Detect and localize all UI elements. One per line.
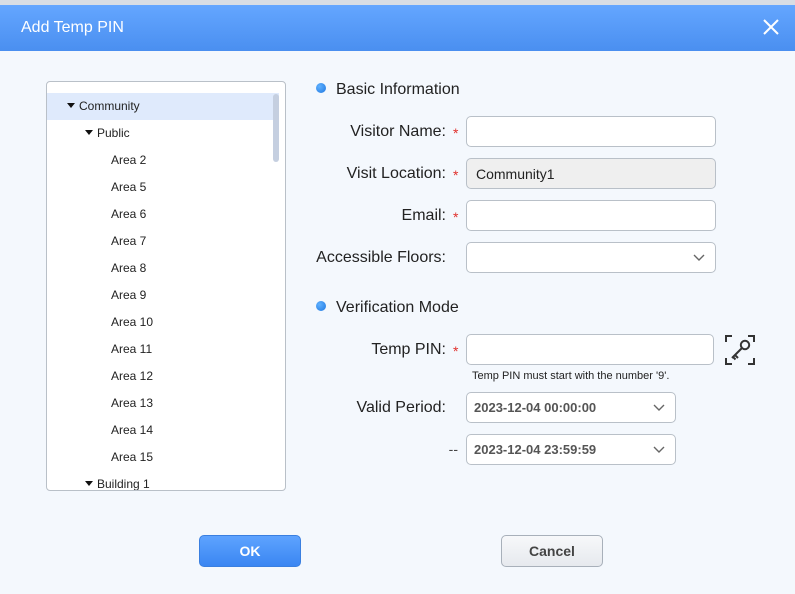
valid-period-end-value: 2023-12-04 23:59:59 <box>474 442 597 457</box>
tree-item[interactable]: Area 12 <box>47 363 279 390</box>
tree-item[interactable]: Public <box>47 120 279 147</box>
tree-item-label: Public <box>97 126 130 140</box>
dialog-titlebar: Add Temp PIN <box>0 5 795 51</box>
chevron-down-icon <box>693 254 705 261</box>
tree-item[interactable]: Area 11 <box>47 336 279 363</box>
dialog-title: Add Temp PIN <box>21 19 124 36</box>
email-label: Email: <box>401 207 446 224</box>
tree-item[interactable]: Community <box>47 93 279 120</box>
tree-item-label: Area 5 <box>111 180 147 194</box>
visitor-name-input[interactable] <box>466 116 716 147</box>
tree-item[interactable]: Building 1 <box>47 471 279 491</box>
valid-period-start-select[interactable]: 2023-12-04 00:00:00 <box>466 392 676 423</box>
required-mark: * <box>453 167 459 183</box>
tree-item-label: Area 13 <box>111 396 154 410</box>
bullet-icon <box>316 83 326 93</box>
visit-location-label: Visit Location: <box>346 165 446 182</box>
accessible-floors-select[interactable] <box>466 242 716 273</box>
basic-info-heading: Basic Information <box>316 81 460 99</box>
tree-item-label: Community <box>79 99 140 113</box>
temp-pin-input[interactable] <box>466 334 714 365</box>
tree-item-label: Area 10 <box>111 315 154 329</box>
period-separator: -- <box>448 441 458 457</box>
tree-item[interactable]: Area 2 <box>47 147 279 174</box>
visit-location-input[interactable] <box>466 158 716 189</box>
tree-item[interactable]: Area 7 <box>47 228 279 255</box>
tree-item-label: Area 15 <box>111 450 154 464</box>
tree-item[interactable]: Area 10 <box>47 309 279 336</box>
tree-item[interactable]: Area 6 <box>47 201 279 228</box>
temp-pin-label: Temp PIN: <box>371 341 446 358</box>
tree-item-label: Area 2 <box>111 153 147 167</box>
valid-period-end-select[interactable]: 2023-12-04 23:59:59 <box>466 434 676 465</box>
tree-item-label: Building 1 <box>97 477 150 491</box>
valid-period-label: Valid Period: <box>356 399 446 416</box>
tree-item-label: Area 14 <box>111 423 154 437</box>
cancel-button[interactable]: Cancel <box>501 535 603 567</box>
tree-item[interactable]: Area 15 <box>47 444 279 471</box>
tree-item[interactable]: Area 13 <box>47 390 279 417</box>
valid-period-start-value: 2023-12-04 00:00:00 <box>474 400 597 415</box>
caret-down-icon[interactable] <box>85 130 93 136</box>
required-mark: * <box>453 343 459 359</box>
tree-item-label: Area 7 <box>111 234 147 248</box>
tree-item-label: Area 9 <box>111 288 147 302</box>
tree-item-label: Area 6 <box>111 207 147 221</box>
required-mark: * <box>453 209 459 225</box>
email-input[interactable] <box>466 200 716 231</box>
tree-item[interactable]: Area 8 <box>47 255 279 282</box>
chevron-down-icon <box>653 446 665 453</box>
ok-button[interactable]: OK <box>199 535 301 567</box>
caret-down-icon[interactable] <box>85 481 93 487</box>
close-icon[interactable] <box>759 15 783 39</box>
tree-list: Community Public Area 2 Area 5 Area 6 Area 7 A… <box>47 93 279 491</box>
tree-item-label: Area 8 <box>111 261 147 275</box>
temp-pin-hint: Temp PIN must start with the number '9'. <box>472 370 670 382</box>
caret-down-icon[interactable] <box>67 103 75 109</box>
tree-item[interactable]: Area 14 <box>47 417 279 444</box>
location-tree[interactable]: Community Public Area 2 Area 5 Area 6 Area 7 A… <box>46 81 286 491</box>
accessible-floors-label: Accessible Floors: <box>316 249 446 266</box>
tree-item[interactable]: Area 9 <box>47 282 279 309</box>
required-mark: * <box>453 125 459 141</box>
tree-item-label: Area 12 <box>111 369 154 383</box>
tree-scrollbar[interactable] <box>273 94 279 162</box>
tree-item[interactable]: Area 5 <box>47 174 279 201</box>
key-icon[interactable] <box>723 333 757 367</box>
tree-item-label: Area 11 <box>111 342 153 356</box>
visitor-name-label: Visitor Name: <box>350 123 446 140</box>
bullet-icon <box>316 301 326 311</box>
verification-heading: Verification Mode <box>316 299 459 317</box>
chevron-down-icon <box>653 404 665 411</box>
